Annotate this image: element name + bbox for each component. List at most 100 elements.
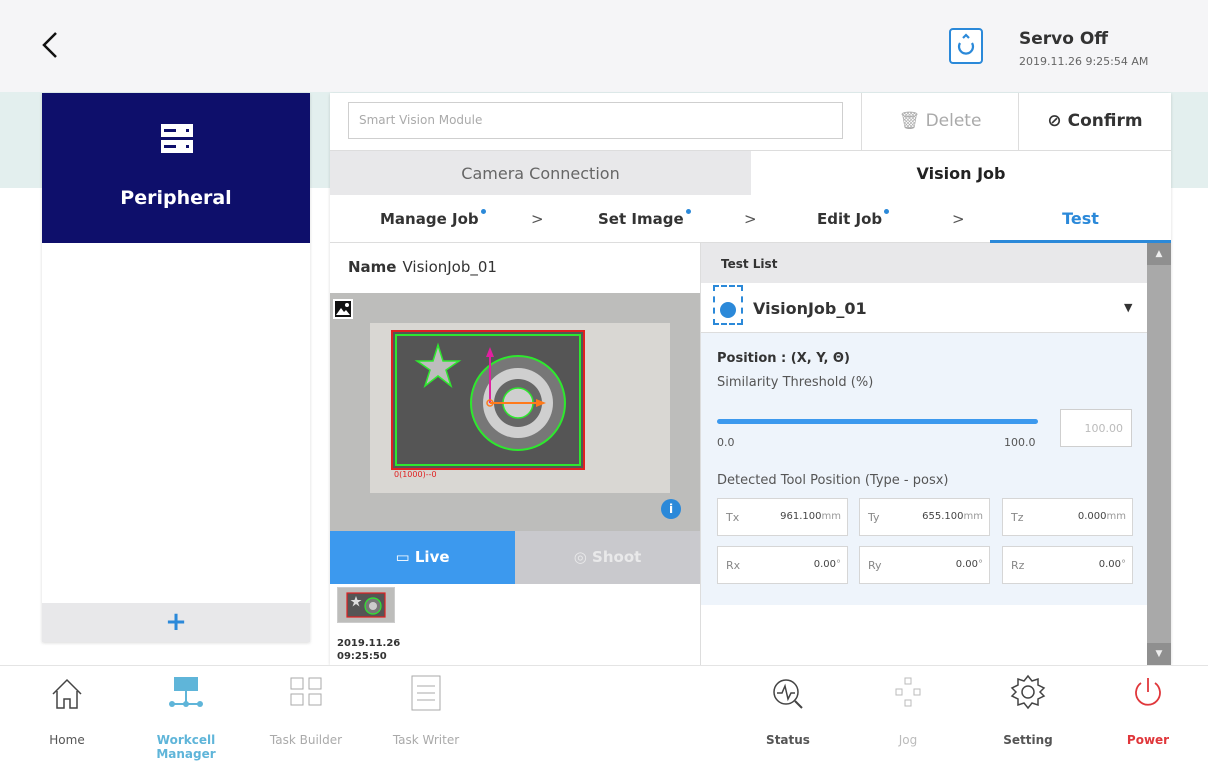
chevron-right-icon: >	[531, 210, 544, 228]
live-button[interactable]: ▭ Live	[330, 531, 515, 584]
ry-field: Ry 0.00°	[859, 546, 990, 584]
nav-status[interactable]: Status	[738, 666, 838, 754]
chevron-left-icon	[42, 32, 57, 58]
home-icon	[52, 678, 82, 709]
test-scrollbar[interactable]: ▲ ▼	[1147, 243, 1171, 665]
task-builder-icon	[290, 677, 322, 706]
name-label: Name	[348, 258, 397, 276]
tz-field: Tz 0.000mm	[1002, 498, 1133, 536]
nav-workcell-manager[interactable]: Workcell Manager	[136, 666, 236, 761]
back-button[interactable]	[40, 30, 60, 66]
bottom-nav: Home Workcell Manager Task Builder Task …	[0, 665, 1208, 761]
step-done-dot	[480, 209, 486, 214]
ty-field: Ty 655.100mm	[859, 498, 990, 536]
step-test[interactable]: Test	[990, 195, 1171, 243]
shoot-label: Shoot	[592, 548, 642, 566]
selected-dot-icon	[720, 302, 736, 318]
step-set-image[interactable]: Set Image	[598, 195, 691, 243]
tab-camera-connection[interactable]: Camera Connection	[330, 150, 751, 195]
workcell-icon	[169, 677, 203, 707]
ry-value: 0.00°	[955, 559, 983, 570]
gear-icon	[1010, 674, 1046, 710]
step-edit-job[interactable]: Edit Job	[817, 195, 890, 243]
capture-time: 09:25:50	[337, 651, 387, 662]
scroll-down-icon[interactable]: ▼	[1147, 643, 1171, 665]
tx-label: Tx	[726, 511, 740, 524]
info-icon[interactable]: i	[661, 499, 681, 519]
nav-power[interactable]: Power	[1098, 666, 1198, 754]
peripheral-header[interactable]: Peripheral	[42, 93, 310, 243]
selected-job: VisionJob_01	[753, 299, 867, 318]
tz-label: Tz	[1011, 511, 1024, 524]
confirm-button[interactable]: ⊘ Confirm	[1018, 93, 1171, 150]
test-job-select[interactable]: VisionJob_01 ▼	[701, 283, 1148, 333]
step-done-dot	[685, 209, 691, 214]
rx-field: Rx 0.00°	[717, 546, 848, 584]
datetime: 2019.11.26 9:25:54 AM	[1019, 55, 1149, 68]
live-label: Live	[414, 548, 450, 566]
peripheral-label: Peripheral	[120, 187, 232, 209]
name-value: VisionJob_01	[402, 258, 497, 276]
test-list-label: Test List	[701, 243, 1148, 283]
job-steps: Manage Job > Set Image > Edit Job > Test	[330, 195, 1171, 243]
similarity-label: Similarity Threshold (%)	[717, 375, 874, 390]
vision-module-panel: Smart Vision Module 🗑 Delete ⊘ Confirm C…	[330, 93, 1171, 665]
nav-task-builder-label: Task Builder	[269, 733, 343, 747]
ty-value: 655.100mm	[922, 511, 983, 522]
step-label: Edit Job	[817, 210, 883, 228]
scroll-up-icon[interactable]: ▲	[1147, 243, 1171, 265]
tx-field: Tx 961.100mm	[717, 498, 848, 536]
dropdown-arrow-icon: ▼	[1124, 301, 1133, 314]
nav-workcell-label: Workcell Manager	[156, 733, 216, 761]
job-name: Name VisionJob_01	[348, 258, 497, 276]
detection-preview: 0(1000)--0	[330, 293, 700, 531]
overlay-label: 0(1000)--0	[394, 470, 437, 479]
similarity-slider[interactable]	[717, 419, 1038, 424]
rz-field: Rz 0.00°	[1002, 546, 1133, 584]
rz-value: 0.00°	[1098, 559, 1126, 570]
nav-task-builder[interactable]: Task Builder	[256, 666, 356, 754]
ty-label: Ty	[868, 511, 880, 524]
nav-setting[interactable]: Setting	[978, 666, 1078, 754]
status-icon	[773, 679, 803, 709]
power-cycle-icon	[957, 33, 975, 55]
module-name-input[interactable]: Smart Vision Module	[348, 102, 843, 139]
nav-setting-label: Setting	[1003, 733, 1053, 747]
check-circle-icon: ⊘	[1047, 111, 1062, 131]
shoot-button: ◎ Shoot	[515, 531, 700, 584]
nav-task-writer[interactable]: Task Writer	[376, 666, 476, 754]
position-box: Position : (X, Y, Θ) Similarity Threshol…	[701, 333, 1148, 605]
servo-toggle-button[interactable]	[949, 28, 983, 64]
peripheral-panel: Peripheral +	[42, 93, 310, 642]
capture-date: 2019.11.26	[337, 638, 401, 649]
delete-label: Delete	[925, 111, 982, 131]
nav-home[interactable]: Home	[17, 666, 117, 754]
rx-value: 0.00°	[813, 559, 841, 570]
nav-power-label: Power	[1126, 733, 1170, 747]
shutter-icon: ◎	[573, 548, 587, 566]
nav-status-label: Status	[766, 733, 810, 747]
slider-min: 0.0	[717, 436, 735, 449]
camera-image[interactable]: 0(1000)--0 i	[330, 293, 700, 531]
step-manage-job[interactable]: Manage Job	[380, 195, 486, 243]
add-peripheral-button[interactable]: +	[42, 603, 310, 642]
step-label: Set Image	[598, 210, 684, 228]
task-writer-icon	[411, 675, 441, 711]
image-icon[interactable]	[333, 299, 353, 319]
power-icon	[1135, 678, 1161, 706]
rz-label: Rz	[1011, 559, 1025, 572]
similarity-input[interactable]: 100.00	[1060, 409, 1132, 447]
capture-thumbnail[interactable]	[337, 587, 395, 623]
scroll-thumb[interactable]	[1147, 265, 1171, 643]
nav-jog-label: Jog	[898, 733, 918, 747]
nav-jog: Jog	[858, 666, 958, 754]
server-icon	[161, 124, 193, 153]
delete-button[interactable]: 🗑 Delete	[861, 93, 1018, 150]
slider-max: 100.0	[1004, 436, 1036, 449]
ry-label: Ry	[868, 559, 882, 572]
tab-vision-job[interactable]: Vision Job	[751, 150, 1171, 195]
jog-icon	[895, 677, 921, 707]
servo-status: Servo Off	[1019, 29, 1109, 49]
step-label: Manage Job	[380, 210, 479, 228]
capture-timestamp: 2019.11.26 09:25:50	[337, 637, 400, 663]
